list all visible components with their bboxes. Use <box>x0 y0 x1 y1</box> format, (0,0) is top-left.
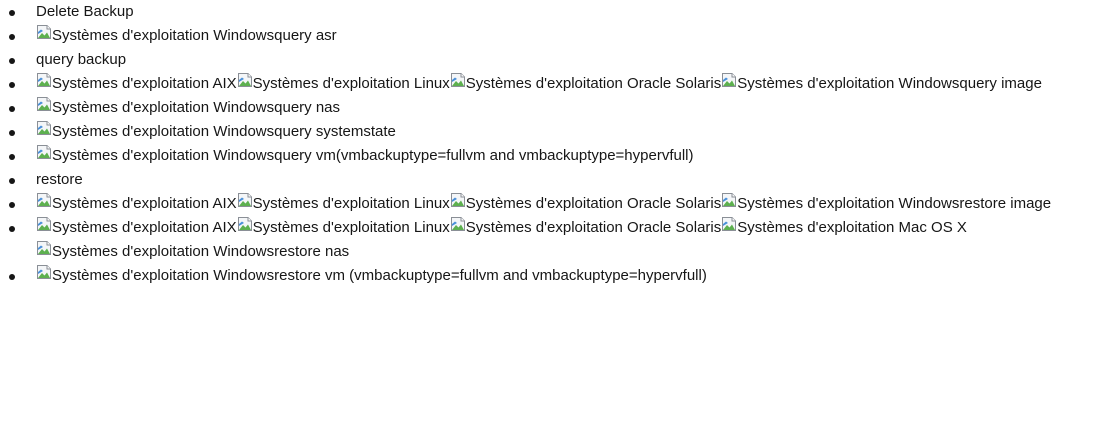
list-item-content: Systèmes d'exploitation AIX Systèmes d'ex… <box>36 73 1042 92</box>
list-item: Systèmes d'exploitation Windows query vm(… <box>9 144 1107 168</box>
list-item-content: Delete Backup <box>36 3 134 20</box>
os-image: Systèmes d'exploitation Windows <box>36 120 274 144</box>
list-item-content: Systèmes d'exploitation Windows query sys… <box>36 121 396 140</box>
command-text: query image <box>959 75 1042 92</box>
os-image: Systèmes d'exploitation Oracle Solaris <box>450 216 721 240</box>
list-item-content: query backup <box>36 51 126 68</box>
broken-image-icon <box>36 72 52 88</box>
command-text: query systemstate <box>274 123 396 140</box>
list-item-content: restore <box>36 171 83 188</box>
os-image: Systèmes d'exploitation Windows <box>721 192 959 216</box>
os-image: Systèmes d'exploitation Windows <box>36 96 274 120</box>
list-item: Delete Backup <box>9 0 1107 24</box>
os-image: Systèmes d'exploitation AIX <box>36 72 237 96</box>
os-image: Systèmes d'exploitation Windows <box>36 264 274 288</box>
broken-image-icon <box>237 216 253 232</box>
image-alt-text: Systèmes d'exploitation Oracle Solaris <box>465 75 722 92</box>
list-item: restore <box>9 168 1107 192</box>
os-image: Systèmes d'exploitation Mac OS X <box>721 216 967 240</box>
list-item-content: Systèmes d'exploitation AIX Systèmes d'ex… <box>36 193 1052 212</box>
list-item-content: Systèmes d'exploitation Windows restore v… <box>36 265 707 284</box>
broken-image-icon <box>237 72 253 88</box>
list-item: Systèmes d'exploitation Windows query sys… <box>9 120 1107 144</box>
command-text: restore image <box>959 195 1052 212</box>
image-alt-text: Systèmes d'exploitation Windows <box>52 123 275 140</box>
image-alt-text: Systèmes d'exploitation Windows <box>52 267 275 284</box>
broken-image-icon <box>721 72 737 88</box>
list-item-content: Systèmes d'exploitation Windows query vm(… <box>36 145 694 164</box>
broken-image-icon <box>36 192 52 208</box>
broken-image-icon <box>36 24 52 40</box>
command-text: restore <box>36 171 83 188</box>
os-image: Systèmes d'exploitation Linux <box>237 216 450 240</box>
image-alt-text: Systèmes d'exploitation Windows <box>52 243 275 260</box>
image-alt-text: Systèmes d'exploitation AIX <box>52 75 237 92</box>
command-text: query vm(vmbackuptype=fullvm and vmbacku… <box>274 147 694 164</box>
image-alt-text: Systèmes d'exploitation Mac OS X <box>737 219 967 236</box>
os-image: Systèmes d'exploitation Windows <box>36 240 274 264</box>
os-image: Systèmes d'exploitation Linux <box>237 192 450 216</box>
os-image: Systèmes d'exploitation Oracle Solaris <box>450 192 721 216</box>
command-list: Delete Backup Systèmes d'exploitation Win… <box>0 0 1107 288</box>
image-alt-text: Systèmes d'exploitation Linux <box>252 195 450 212</box>
image-alt-text: Systèmes d'exploitation Windows <box>52 147 275 164</box>
command-text: restore vm (vmbackuptype=fullvm and vmba… <box>274 267 707 284</box>
broken-image-icon <box>36 264 52 280</box>
os-image: Systèmes d'exploitation Linux <box>237 72 450 96</box>
image-alt-text: Systèmes d'exploitation Windows <box>52 99 275 116</box>
os-image: Systèmes d'exploitation Windows <box>36 144 274 168</box>
command-text: query nas <box>274 99 341 116</box>
command-text: restore nas <box>274 243 350 260</box>
broken-image-icon <box>450 192 466 208</box>
image-alt-text: Systèmes d'exploitation Windows <box>737 195 960 212</box>
list-item: Systèmes d'exploitation Windows query nas <box>9 96 1107 120</box>
list-item: query backup <box>9 48 1107 72</box>
broken-image-icon <box>36 120 52 136</box>
list-item-content: Systèmes d'exploitation Windows query asr <box>36 25 337 44</box>
command-text: query backup <box>36 51 127 68</box>
broken-image-icon <box>450 72 466 88</box>
command-text: Delete Backup <box>36 3 134 20</box>
broken-image-icon <box>36 216 52 232</box>
broken-image-icon <box>237 192 253 208</box>
broken-image-icon <box>36 96 52 112</box>
list-item-content: Systèmes d'exploitation Windows query nas <box>36 97 341 116</box>
os-image: Systèmes d'exploitation AIX <box>36 216 237 240</box>
broken-image-icon <box>450 216 466 232</box>
os-image: Systèmes d'exploitation Oracle Solaris <box>450 72 721 96</box>
image-alt-text: Systèmes d'exploitation Oracle Solaris <box>465 195 722 212</box>
image-alt-text: Systèmes d'exploitation Oracle Solaris <box>465 219 722 236</box>
image-alt-text: Systèmes d'exploitation Windows <box>52 27 275 44</box>
image-alt-text: Systèmes d'exploitation Linux <box>252 219 450 236</box>
broken-image-icon <box>36 240 52 256</box>
list-item: Systèmes d'exploitation AIX Systèmes d'ex… <box>9 72 1107 96</box>
list-item: Systèmes d'exploitation AIX Systèmes d'ex… <box>9 216 1107 264</box>
os-image: Systèmes d'exploitation AIX <box>36 192 237 216</box>
os-image: Systèmes d'exploitation Windows <box>721 72 959 96</box>
list-item-content: Systèmes d'exploitation AIX Systèmes d'ex… <box>36 216 967 260</box>
image-alt-text: Systèmes d'exploitation Windows <box>737 75 960 92</box>
image-alt-text: Systèmes d'exploitation Linux <box>252 75 450 92</box>
os-image: Systèmes d'exploitation Windows <box>36 24 274 48</box>
command-text: query asr <box>274 27 337 44</box>
list-item: Systèmes d'exploitation Windows restore v… <box>9 264 1107 288</box>
image-alt-text: Systèmes d'exploitation AIX <box>52 219 237 236</box>
list-item: Systèmes d'exploitation Windows query asr <box>9 24 1107 48</box>
image-alt-text: Systèmes d'exploitation AIX <box>52 195 237 212</box>
broken-image-icon <box>36 144 52 160</box>
list-item: Systèmes d'exploitation AIX Systèmes d'ex… <box>9 192 1107 216</box>
broken-image-icon <box>721 216 737 232</box>
broken-image-icon <box>721 192 737 208</box>
